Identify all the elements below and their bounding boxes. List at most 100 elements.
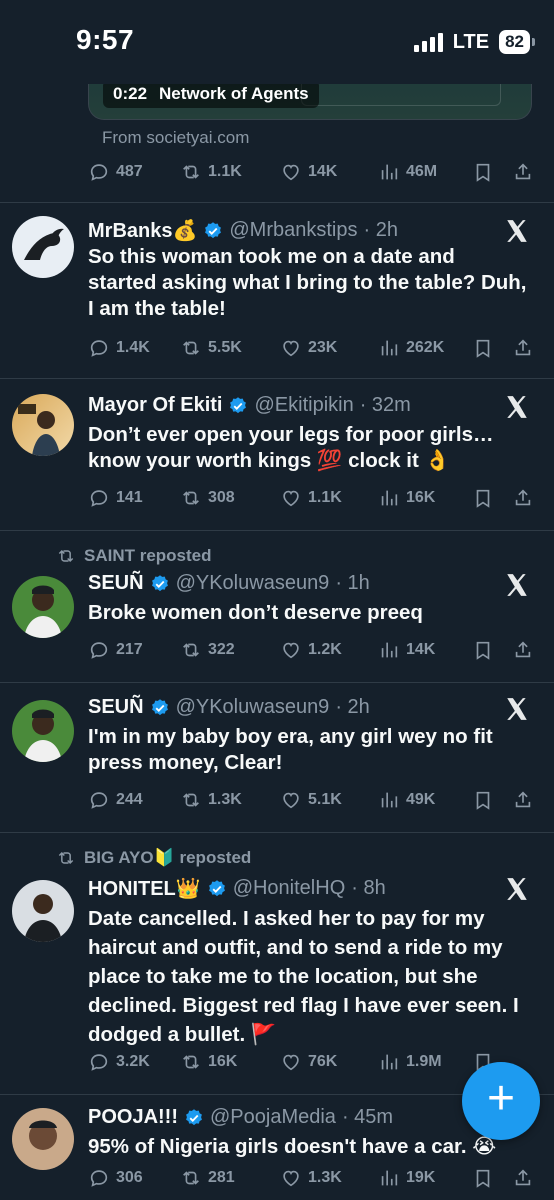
tweet-header: POOJA!!! @PoojaMedia · 45m <box>88 1106 393 1129</box>
divider <box>0 202 554 203</box>
share-button[interactable] <box>512 161 534 183</box>
bookmark-icon <box>472 487 494 509</box>
bookmark-button[interactable] <box>472 161 494 183</box>
author-name[interactable]: SEUÑ <box>88 696 144 719</box>
repost-button[interactable]: 16K <box>180 1051 237 1073</box>
reply-icon <box>88 1167 110 1189</box>
views-icon <box>378 487 400 509</box>
bookmark-button[interactable] <box>472 789 494 811</box>
video-title: Network of Agents <box>159 84 309 103</box>
repost-icon <box>180 1051 202 1073</box>
divider <box>0 530 554 531</box>
views-button[interactable]: 16K <box>378 487 435 509</box>
like-button[interactable]: 23K <box>280 337 337 359</box>
author-handle[interactable]: @Ekitipikin <box>254 394 353 417</box>
bookmark-button[interactable] <box>472 487 494 509</box>
compose-button[interactable]: + <box>462 1062 540 1140</box>
like-button[interactable]: 1.2K <box>280 639 342 661</box>
like-button[interactable]: 1.3K <box>280 1167 342 1189</box>
repost-button[interactable]: 308 <box>180 487 235 509</box>
views-button[interactable]: 49K <box>378 789 435 811</box>
plus-icon: + <box>486 1072 516 1125</box>
reply-button[interactable]: 244 <box>88 789 143 811</box>
bookmark-button[interactable] <box>472 1167 494 1189</box>
reply-button[interactable]: 217 <box>88 639 143 661</box>
views-icon <box>378 161 400 183</box>
status-bar: 9:57 LTE 82 <box>0 0 554 84</box>
author-name[interactable]: POOJA!!! <box>88 1106 178 1129</box>
author-handle[interactable]: @PoojaMedia <box>210 1106 336 1129</box>
like-button[interactable]: 76K <box>280 1051 337 1073</box>
repost-button[interactable]: 322 <box>180 639 235 661</box>
author-handle[interactable]: @HonitelHQ <box>233 877 346 900</box>
views-button[interactable]: 46M <box>378 161 437 183</box>
tweet-time: · 45m <box>341 1106 394 1128</box>
reply-button[interactable]: 487 <box>88 161 143 183</box>
views-button[interactable]: 14K <box>378 639 435 661</box>
repost-icon <box>180 639 202 661</box>
share-button[interactable] <box>512 789 534 811</box>
tweet-actions: 244 1.3K 5.1K 49K <box>88 786 538 814</box>
author-name[interactable]: SEUÑ <box>88 572 144 595</box>
author-handle[interactable]: @YKoluwaseun9 <box>176 696 330 719</box>
avatar[interactable] <box>12 394 74 456</box>
share-icon <box>512 487 534 509</box>
grok-icon[interactable] <box>504 696 530 722</box>
author-name[interactable]: Mayor Of Ekiti <box>88 394 222 417</box>
grok-icon[interactable] <box>504 572 530 598</box>
views-button[interactable]: 262K <box>378 337 444 359</box>
avatar[interactable] <box>12 576 74 638</box>
author-name[interactable]: MrBanks💰 <box>88 218 197 243</box>
repost-context[interactable]: BIG AYO🔰 reposted <box>56 848 251 868</box>
share-button[interactable] <box>512 337 534 359</box>
grok-icon[interactable] <box>504 218 530 244</box>
share-button[interactable] <box>512 487 534 509</box>
views-button[interactable]: 1.9M <box>378 1051 442 1073</box>
avatar[interactable] <box>12 700 74 762</box>
bookmark-icon <box>472 1167 494 1189</box>
reply-button[interactable]: 1.4K <box>88 337 150 359</box>
tweet-header: SEUÑ @YKoluwaseun9 · 1h <box>88 572 370 595</box>
tweet-text: 95% of Nigeria girls doesn't have a car.… <box>88 1135 497 1158</box>
grok-icon[interactable] <box>504 876 530 902</box>
reply-button[interactable]: 3.2K <box>88 1051 150 1073</box>
tweet-header: MrBanks💰 @Mrbankstips · 2h <box>88 218 398 243</box>
share-icon <box>512 337 534 359</box>
tweet-text: I'm in my baby boy era, any girl wey no … <box>88 725 493 774</box>
grok-icon[interactable] <box>504 394 530 420</box>
avatar[interactable] <box>12 880 74 942</box>
like-button[interactable]: 14K <box>280 161 337 183</box>
card-source-link[interactable]: From societyai.com <box>102 128 249 148</box>
video-overlay: 0:22 Network of Agents <box>103 80 319 108</box>
bookmark-button[interactable] <box>472 639 494 661</box>
repost-button[interactable]: 1.3K <box>180 789 242 811</box>
author-handle[interactable]: @YKoluwaseun9 <box>176 572 330 595</box>
repost-context[interactable]: SAINT reposted <box>56 546 212 566</box>
like-button[interactable]: 5.1K <box>280 789 342 811</box>
like-button[interactable]: 1.1K <box>280 487 342 509</box>
share-button[interactable] <box>512 1167 534 1189</box>
author-name[interactable]: HONITEL👑 <box>88 876 201 901</box>
repost-button[interactable]: 1.1K <box>180 161 242 183</box>
avatar[interactable] <box>12 216 74 278</box>
verified-badge-icon <box>228 396 248 416</box>
repost-button[interactable]: 5.5K <box>180 337 242 359</box>
repost-icon <box>180 161 202 183</box>
tweet-actions: 3.2K 16K 76K 1.9M <box>88 1048 538 1076</box>
reply-button[interactable]: 141 <box>88 487 143 509</box>
author-handle[interactable]: @Mrbankstips <box>229 219 357 242</box>
repost-icon <box>180 1167 202 1189</box>
reply-icon <box>88 161 110 183</box>
avatar[interactable] <box>12 1108 74 1170</box>
status-time: 9:57 <box>76 24 135 55</box>
share-button[interactable] <box>512 639 534 661</box>
heart-icon <box>280 487 302 509</box>
views-button[interactable]: 19K <box>378 1167 435 1189</box>
bookmark-button[interactable] <box>472 337 494 359</box>
bookmark-icon <box>472 639 494 661</box>
reply-button[interactable]: 306 <box>88 1167 143 1189</box>
person-avatar-icon <box>18 404 60 456</box>
verified-badge-icon <box>150 574 170 594</box>
repost-icon <box>180 487 202 509</box>
repost-button[interactable]: 281 <box>180 1167 235 1189</box>
